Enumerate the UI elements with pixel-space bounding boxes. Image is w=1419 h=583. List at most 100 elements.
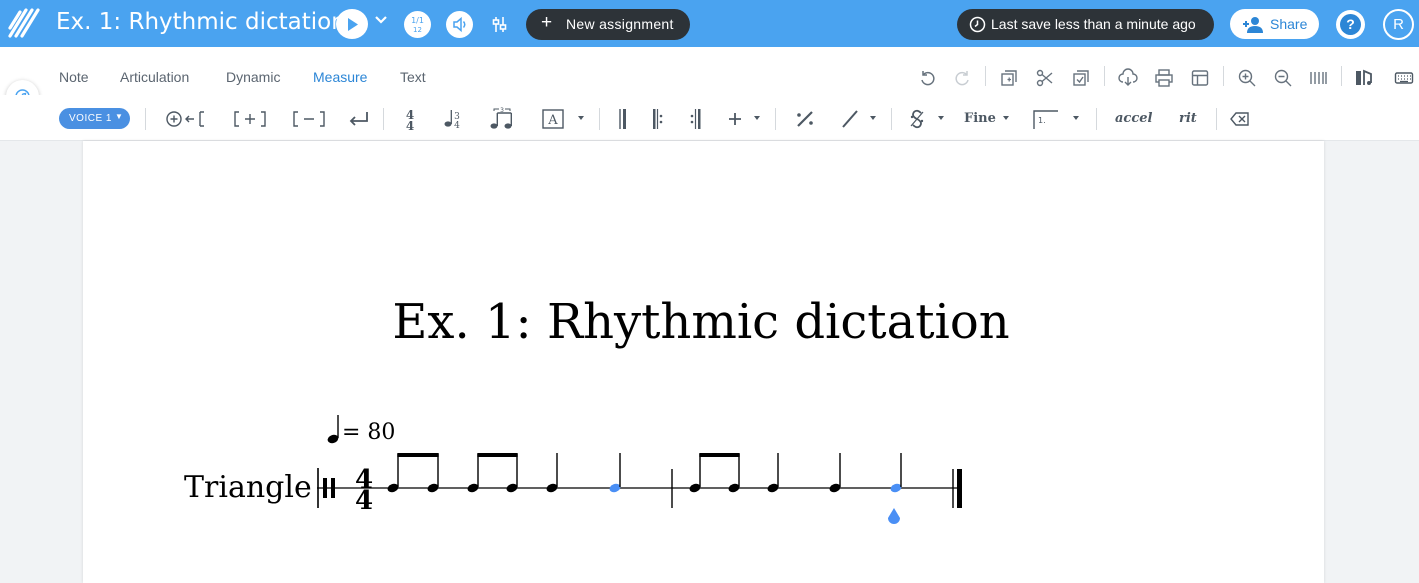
caret-down-icon[interactable]	[754, 116, 760, 120]
svg-text:1.: 1.	[1038, 116, 1046, 125]
help-icon: ?	[1340, 14, 1361, 35]
final-barline-thick	[957, 469, 962, 508]
measure-repeat-button[interactable]	[794, 107, 816, 131]
tab-dynamic[interactable]: Dynamic	[226, 69, 280, 85]
avatar[interactable]: R	[1383, 9, 1414, 40]
help-button[interactable]: ?	[1336, 10, 1365, 39]
pickup-measure-button[interactable]: 34	[442, 107, 464, 131]
add-measure-button[interactable]	[234, 107, 266, 131]
segno-icon	[910, 109, 924, 129]
backspace-icon	[1230, 112, 1249, 126]
new-assignment-button[interactable]: + New assignment	[526, 9, 690, 40]
repeat-end-button[interactable]	[689, 107, 703, 131]
volta-button[interactable]: 1.	[1033, 107, 1059, 131]
caret-down-icon[interactable]	[1073, 116, 1079, 120]
delete-measure-button[interactable]	[293, 107, 325, 131]
tuplet-icon: 3	[490, 107, 512, 129]
divider	[145, 108, 146, 130]
pickup-icon: 34	[444, 110, 460, 131]
caret-down-icon[interactable]	[870, 116, 876, 120]
sound-button[interactable]	[446, 11, 473, 38]
ritardando-button[interactable]: rit	[1179, 111, 1197, 126]
drop-cursor-icon	[888, 508, 900, 524]
delete-button[interactable]	[1230, 107, 1250, 131]
divider	[891, 108, 892, 130]
repeat-start-icon	[653, 109, 663, 129]
mixer-icon	[492, 17, 507, 32]
double-barline-icon	[619, 109, 626, 129]
fine-button[interactable]: Fine	[964, 111, 996, 126]
speaker-icon	[453, 16, 466, 33]
line-break-button[interactable]	[347, 107, 371, 131]
document-title[interactable]: Ex. 1: Rhythmic dictation	[56, 9, 346, 35]
text-box-icon: A	[542, 109, 564, 129]
time-signature-button[interactable]: 44	[400, 107, 420, 131]
save-status[interactable]: Last save less than a minute ago	[957, 9, 1214, 40]
text-box-button[interactable]: A	[542, 107, 564, 131]
zoom-out-icon[interactable]	[1273, 68, 1293, 88]
tab-text[interactable]: Text	[400, 69, 426, 85]
zoom-in-icon[interactable]	[1237, 68, 1257, 88]
tab-measure[interactable]: Measure	[313, 69, 367, 85]
divider	[775, 108, 776, 130]
divider	[599, 108, 600, 130]
quarter-note-selected[interactable]	[889, 453, 902, 494]
divider	[1104, 66, 1105, 86]
insert-measure-before-button[interactable]	[164, 107, 206, 131]
caret-down-icon[interactable]	[1003, 116, 1009, 120]
copy-icon[interactable]	[999, 68, 1019, 88]
chevron-down-icon[interactable]	[374, 15, 388, 25]
share-button[interactable]: Share	[1230, 9, 1319, 39]
quarter-note[interactable]	[766, 453, 779, 494]
instruments-icon[interactable]	[1354, 68, 1374, 88]
mixer-button[interactable]	[486, 11, 513, 38]
tab-articulation[interactable]: Articulation	[120, 69, 189, 85]
caret-down-icon[interactable]	[578, 116, 584, 120]
slash-icon	[842, 110, 858, 128]
add-user-icon	[1243, 17, 1263, 33]
score-page[interactable]: Ex. 1: Rhythmic dictation = 80 Triangle …	[83, 141, 1324, 583]
top-bar: Ex. 1: Rhythmic dictation 1/1 12 + New a…	[0, 0, 1419, 47]
measure-toolbar: VOICE 1 ▼ 44 34 3 A Fine 1. accel rit	[0, 95, 1419, 141]
metronome-count-button[interactable]: 1/1 12	[404, 11, 431, 38]
paste-icon[interactable]	[1071, 68, 1091, 88]
add-barline-button[interactable]	[727, 107, 743, 131]
layout-icon[interactable]	[1190, 68, 1210, 88]
time-signature-icon: 44	[406, 108, 414, 131]
tuplet-button[interactable]: 3	[489, 107, 515, 131]
accelerando-button[interactable]: accel	[1115, 111, 1152, 126]
scissors-icon[interactable]	[1035, 68, 1055, 88]
divider	[383, 108, 384, 130]
play-button[interactable]	[336, 9, 368, 39]
redo-icon[interactable]	[952, 68, 972, 88]
slash-button[interactable]	[840, 107, 860, 131]
repeat-start-button[interactable]	[651, 107, 665, 131]
volta-icon: 1.	[1033, 110, 1058, 129]
tab-note[interactable]: Note	[59, 69, 89, 85]
segno-button[interactable]	[908, 107, 926, 131]
return-arrow-icon	[349, 112, 368, 126]
page-view-icon[interactable]	[1308, 68, 1328, 88]
staff[interactable]: 4 4	[83, 141, 1324, 583]
undo-icon[interactable]	[918, 68, 938, 88]
divider	[1096, 108, 1097, 130]
quarter-note[interactable]	[828, 453, 841, 494]
add-measure-icon	[234, 111, 266, 127]
svg-text:4: 4	[406, 119, 414, 131]
caret-down-icon[interactable]	[938, 116, 944, 120]
quarter-note[interactable]	[545, 453, 558, 494]
remove-measure-icon	[293, 111, 325, 127]
voice-select[interactable]: VOICE 1 ▼	[59, 108, 130, 129]
svg-text:A: A	[547, 113, 558, 128]
keyboard-icon[interactable]	[1394, 68, 1414, 88]
divider	[985, 66, 986, 86]
app-logo[interactable]	[6, 6, 40, 40]
quarter-note-selected[interactable]	[608, 453, 621, 494]
print-icon[interactable]	[1154, 68, 1174, 88]
double-barline-button[interactable]	[617, 107, 629, 131]
svg-text:3: 3	[500, 107, 504, 114]
svg-text:4: 4	[454, 121, 460, 131]
repeat-end-icon	[690, 109, 701, 129]
plus-icon: +	[541, 12, 553, 33]
cloud-download-icon[interactable]	[1118, 68, 1138, 88]
